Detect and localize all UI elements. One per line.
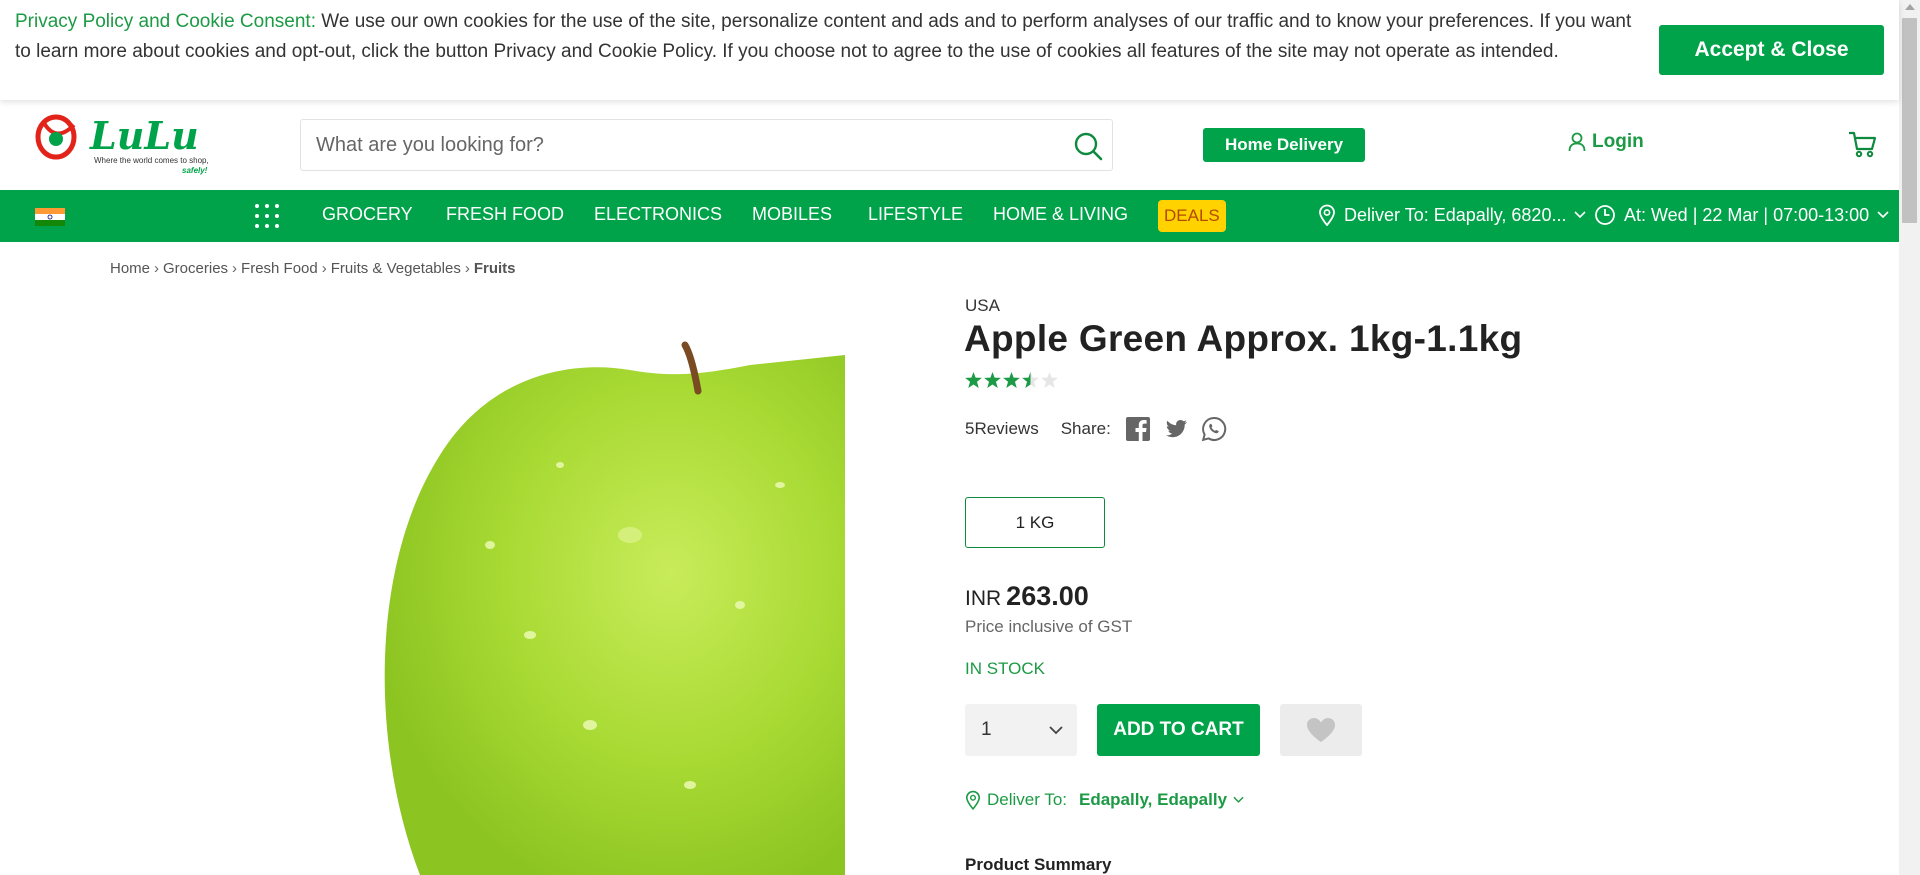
star-icon [965, 372, 982, 388]
reviews-count[interactable]: 5Reviews [965, 419, 1039, 439]
all-categories-icon[interactable] [254, 203, 280, 229]
nav-item-grocery[interactable]: GROCERY [322, 204, 413, 225]
breadcrumb: Home › Groceries › Fresh Food › Fruits &… [110, 260, 516, 277]
cookie-consent-title: Privacy Policy and Cookie Consent: [15, 11, 316, 32]
deliver-to-selector[interactable]: Deliver To: Edapally, 6820... [1318, 204, 1587, 226]
login-link[interactable]: Login [1568, 130, 1644, 154]
add-to-cart-button[interactable]: ADD TO CART [1097, 704, 1260, 756]
empty-star-icon [1041, 372, 1058, 388]
home-delivery-button[interactable]: Home Delivery [1203, 128, 1365, 162]
product-origin: USA [965, 296, 1000, 315]
user-icon [1568, 132, 1586, 152]
nav-item-lifestyle[interactable]: LIFESTYLE [868, 204, 963, 225]
breadcrumb-separator-icon: › [154, 260, 160, 277]
page-scrollbar[interactable] [1899, 0, 1920, 875]
india-flag-icon[interactable] [35, 208, 65, 226]
product-title: Apple Green Approx. 1kg-1.1kg [964, 318, 1523, 359]
breadcrumb-home[interactable]: Home [110, 260, 150, 277]
cookie-consent-bar: Privacy Policy and Cookie Consent: We us… [0, 0, 1899, 100]
facebook-icon[interactable] [1125, 416, 1151, 442]
svg-text:safely!: safely! [182, 166, 208, 175]
chevron-down-icon [1049, 726, 1063, 735]
deliver-to-label: Deliver To: Edapally, 6820... [1344, 204, 1567, 225]
clock-icon [1595, 205, 1615, 225]
product-image[interactable] [330, 305, 845, 875]
nav-item-deals[interactable]: DEALS [1158, 200, 1226, 232]
svg-text:LuLu: LuLu [89, 113, 199, 158]
breadcrumb-separator-icon: › [464, 260, 470, 277]
price-amount: 263.00 [1006, 581, 1089, 611]
deliver-to-product[interactable]: Deliver To: Edapally, Edapally [965, 790, 1244, 810]
scrollbar-thumb[interactable] [1902, 18, 1917, 223]
lulu-logo[interactable]: LuLu Where the world comes to shop, safe… [34, 113, 214, 177]
heart-icon [1307, 718, 1335, 742]
reviews-share-row: 5Reviews Share: [965, 416, 1239, 442]
delivery-time-label: At: Wed | 22 Mar | 07:00-13:00 [1624, 204, 1870, 225]
breadcrumb-fresh-food[interactable]: Fresh Food [241, 260, 318, 277]
location-pin-icon [965, 790, 981, 810]
product-summary-heading: Product Summary [965, 855, 1112, 874]
breadcrumb-separator-icon: › [321, 260, 327, 277]
gst-note: Price inclusive of GST [965, 617, 1133, 636]
whatsapp-icon[interactable] [1201, 416, 1227, 442]
rating-stars [965, 372, 1058, 388]
price-currency: INR [965, 587, 1002, 610]
deliver-location: Edapally, Edapally [1079, 790, 1228, 809]
breadcrumb-separator-icon: › [232, 260, 238, 277]
chevron-down-icon [1233, 796, 1244, 803]
main-nav-bar: GROCERY FRESH FOOD ELECTRONICS MOBILES L… [0, 190, 1899, 242]
location-pin-icon [1319, 204, 1335, 226]
breadcrumb-fruits-vegetables[interactable]: Fruits & Vegetables [331, 260, 461, 277]
accept-close-button[interactable]: Accept & Close [1659, 25, 1884, 75]
cookie-message: Privacy Policy and Cookie Consent: We us… [15, 7, 1635, 67]
cart-icon[interactable] [1847, 130, 1877, 158]
svg-text:Where the world comes to shop,: Where the world comes to shop, [94, 156, 209, 165]
search-input[interactable] [316, 130, 1036, 160]
quantity-select[interactable]: 1 [965, 704, 1077, 756]
breadcrumb-fruits: Fruits [473, 260, 516, 277]
star-icon [984, 372, 1001, 388]
page: Privacy Policy and Cookie Consent: We us… [0, 0, 1920, 875]
twitter-icon[interactable] [1163, 416, 1189, 442]
size-option-1kg[interactable]: 1 KG [965, 497, 1105, 548]
chevron-down-icon [1877, 211, 1889, 219]
wishlist-button[interactable] [1280, 704, 1362, 756]
quantity-value: 1 [981, 719, 992, 740]
scroll-up-arrow-icon[interactable] [1905, 4, 1915, 10]
stock-status: IN STOCK [965, 659, 1045, 678]
deliver-to-text: Deliver To: [987, 790, 1067, 809]
star-icon [1003, 372, 1020, 388]
product-price: INR 263.00 [965, 581, 1089, 612]
nav-item-home-living[interactable]: HOME & LIVING [993, 204, 1128, 225]
search-icon[interactable] [1073, 131, 1103, 161]
nav-item-mobiles[interactable]: MOBILES [752, 204, 832, 225]
breadcrumb-groceries[interactable]: Groceries [163, 260, 228, 277]
login-label: Login [1592, 131, 1644, 152]
chevron-down-icon [1574, 211, 1587, 219]
share-label: Share: [1060, 419, 1111, 438]
nav-item-fresh-food[interactable]: FRESH FOOD [446, 204, 564, 225]
nav-item-electronics[interactable]: ELECTRONICS [594, 204, 722, 225]
half-star-icon [1022, 372, 1039, 388]
delivery-time-selector[interactable]: At: Wed | 22 Mar | 07:00-13:00 [1594, 204, 1889, 226]
search-box [300, 119, 1113, 171]
